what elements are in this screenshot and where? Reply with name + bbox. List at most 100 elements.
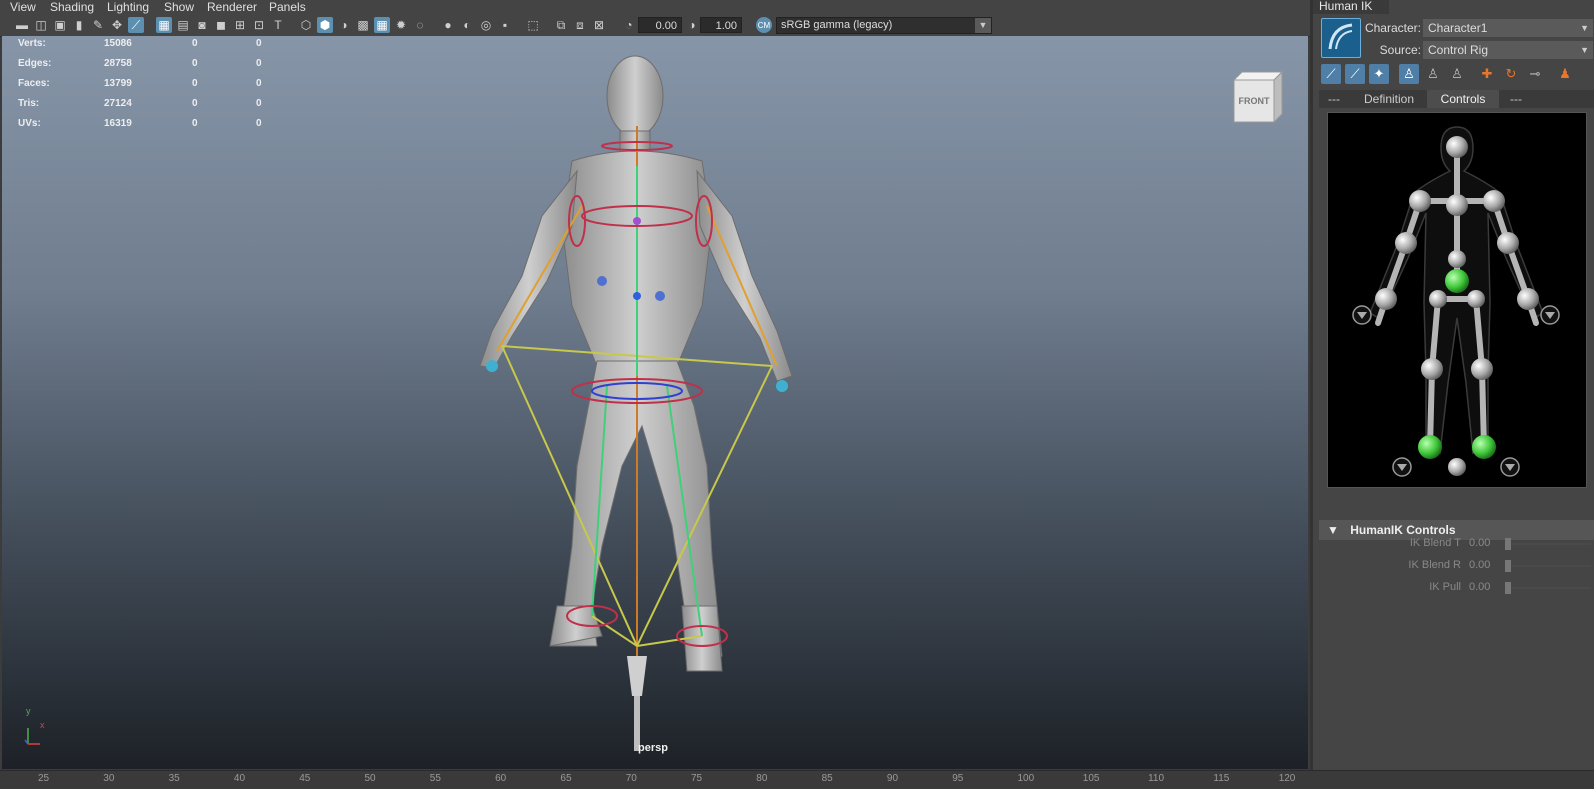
- resolution-gate-icon[interactable]: ◙: [194, 17, 210, 33]
- smooth-shade-icon[interactable]: ⬢: [317, 17, 333, 33]
- camera-attributes-icon[interactable]: ◫: [33, 17, 49, 33]
- safe-action-icon[interactable]: ⊡: [251, 17, 267, 33]
- hud-label: Faces:: [18, 78, 50, 89]
- ambient-occlusion-icon[interactable]: ◌: [412, 17, 428, 33]
- axis-x-label: x: [40, 720, 45, 730]
- menu-renderer[interactable]: Renderer: [207, 0, 257, 14]
- xray-active-icon[interactable]: ⧉: [553, 17, 569, 33]
- grid-icon[interactable]: ▦: [156, 17, 172, 33]
- exposure-field[interactable]: 0.00: [638, 17, 682, 33]
- shaded-wireframe-icon[interactable]: ◑: [336, 17, 352, 33]
- texture-icon[interactable]: ▩: [355, 17, 371, 33]
- color-management-icon[interactable]: CM: [756, 17, 772, 33]
- hud-value: 27124: [104, 98, 132, 109]
- gate-mask-icon[interactable]: ◼: [213, 17, 229, 33]
- panel-menubar: View Shading Lighting Show Renderer Pane…: [0, 0, 1310, 14]
- stiffness-icon[interactable]: ✦: [1369, 64, 1389, 84]
- exposure-icon[interactable]: ◔: [621, 17, 637, 33]
- grease-pencil-icon[interactable]: ✎: [90, 17, 106, 33]
- time-slider[interactable]: 25 30 35 40 45 50 55 60 65 70 75 80 85 90 95 100 105 110 1…: [0, 770, 1594, 789]
- hud-row-tris: Tris: 27124 0 0: [18, 98, 278, 118]
- character-model[interactable]: [432, 46, 832, 766]
- hud-value: 28758: [104, 58, 132, 69]
- hud-value: 13799: [104, 78, 132, 89]
- hud-value: 0: [256, 78, 262, 89]
- timeline-tick-label: 105: [1082, 773, 1100, 784]
- menu-lighting[interactable]: Lighting: [107, 0, 149, 14]
- pin-rotate-icon[interactable]: ↻: [1501, 64, 1521, 84]
- ik-rig-wires: [496, 126, 778, 666]
- show-fk-icon[interactable]: ♙: [1447, 64, 1467, 84]
- slider-value[interactable]: 0.00: [1469, 578, 1501, 596]
- character-dropdown[interactable]: Character1 ▼: [1423, 19, 1593, 37]
- ik-blend-r-slider[interactable]: IK Blend R 0.00: [1319, 556, 1594, 574]
- film-gate-icon[interactable]: ▤: [175, 17, 191, 33]
- chevron-down-icon: ▼: [1580, 45, 1589, 55]
- timeline-tick-label: 80: [756, 773, 768, 784]
- menu-panels[interactable]: Panels: [269, 0, 306, 14]
- body-part-ik-icon[interactable]: ⟋: [1345, 64, 1365, 84]
- human-ik-tab[interactable]: Human IK: [1313, 0, 1389, 14]
- gamma-field[interactable]: 1.00: [700, 17, 742, 33]
- tab-previous[interactable]: ---: [1319, 90, 1349, 108]
- tab-controls[interactable]: Controls: [1427, 90, 1499, 108]
- colorspace-dropdown[interactable]: sRGB gamma (legacy) ▼: [776, 17, 992, 34]
- panel-toolbar: ▬ ◫ ▣ ▮ ✎ ✥ ⟋ ▦ ▤ ◙ ◼ ⊞ ⊡ T ⬡ ⬢ ◑ ▩ ▦ ✹ …: [0, 14, 1310, 37]
- hud-label: Verts:: [18, 38, 46, 49]
- slider-track[interactable]: [1511, 587, 1591, 589]
- pin-translate-icon[interactable]: ✚: [1477, 64, 1497, 84]
- hik-skeleton-picker[interactable]: [1327, 112, 1587, 488]
- wireframe-icon[interactable]: ⬡: [298, 17, 314, 33]
- ik-blend-t-slider[interactable]: IK Blend T 0.00: [1319, 534, 1594, 552]
- manipulator-icon[interactable]: ✥: [109, 17, 125, 33]
- view-cube[interactable]: FRONT: [1230, 68, 1286, 124]
- tab-definition[interactable]: Definition: [1353, 90, 1425, 108]
- menu-shading[interactable]: Shading: [50, 0, 94, 14]
- character-pose-icon[interactable]: ♟: [1555, 64, 1575, 84]
- xray-joints-icon[interactable]: ⬚: [525, 17, 541, 33]
- view-cube-face-label: FRONT: [1238, 96, 1270, 106]
- depth-of-field-icon[interactable]: ◎: [478, 17, 494, 33]
- hud-value: 0: [256, 38, 262, 49]
- pin-none-icon[interactable]: ⊸: [1525, 64, 1545, 84]
- hud-row-uvs: UVs: 16319 0 0: [18, 118, 278, 138]
- camera-name-label: persp: [638, 742, 668, 754]
- shadows-icon[interactable]: ✹: [393, 17, 409, 33]
- hud-row-verts: Verts: 15086 0 0: [18, 38, 278, 58]
- isolate-select-icon[interactable]: ▪: [497, 17, 513, 33]
- menu-show[interactable]: Show: [164, 0, 194, 14]
- tab-next[interactable]: ---: [1501, 90, 1531, 108]
- timeline-tick-label: 50: [364, 773, 376, 784]
- image-plane-icon[interactable]: ▮: [71, 17, 87, 33]
- motion-blur-icon[interactable]: ●: [440, 17, 456, 33]
- timeline-tick-label: 30: [103, 773, 115, 784]
- timeline-tick-label: 45: [299, 773, 311, 784]
- timeline-tick-label: 60: [495, 773, 507, 784]
- safe-title-icon[interactable]: T: [270, 17, 286, 33]
- full-body-ik-icon[interactable]: ⟋: [1321, 64, 1341, 84]
- mirror-icon[interactable]: ♙: [1423, 64, 1443, 84]
- resolution-icon[interactable]: ⊠: [591, 17, 607, 33]
- source-dropdown[interactable]: Control Rig ▼: [1423, 41, 1593, 59]
- camera-icon[interactable]: ▬: [14, 17, 30, 33]
- bookmark-icon[interactable]: ▣: [52, 17, 68, 33]
- hud-value: 0: [192, 78, 198, 89]
- select-character-icon[interactable]: ♙: [1399, 64, 1419, 84]
- hud-label: Edges:: [18, 58, 52, 69]
- field-chart-icon[interactable]: ⊞: [232, 17, 248, 33]
- slider-value[interactable]: 0.00: [1469, 556, 1501, 574]
- expand-hand-buttons[interactable]: [1352, 305, 1560, 477]
- slider-track[interactable]: [1511, 565, 1591, 567]
- menu-view[interactable]: View: [10, 0, 36, 14]
- 3d-viewport[interactable]: Verts: 15086 0 0 Edges: 28758 0 0 Faces:…: [2, 36, 1308, 769]
- gamma-icon[interactable]: ◑: [684, 17, 700, 33]
- lights-icon[interactable]: ▦: [374, 17, 390, 33]
- slider-value[interactable]: 0.00: [1469, 534, 1501, 552]
- human-ik-panel: Human IK Character: Character1 ▼ Source:…: [1310, 0, 1594, 770]
- xray-icon[interactable]: ⟋: [128, 17, 144, 33]
- hud-toggle-icon[interactable]: ⧈: [572, 17, 588, 33]
- slider-track[interactable]: [1511, 543, 1591, 545]
- ik-pull-slider[interactable]: IK Pull 0.00: [1319, 578, 1594, 596]
- character-value: Character1: [1428, 21, 1488, 35]
- antialiasing-icon[interactable]: ◐: [459, 17, 475, 33]
